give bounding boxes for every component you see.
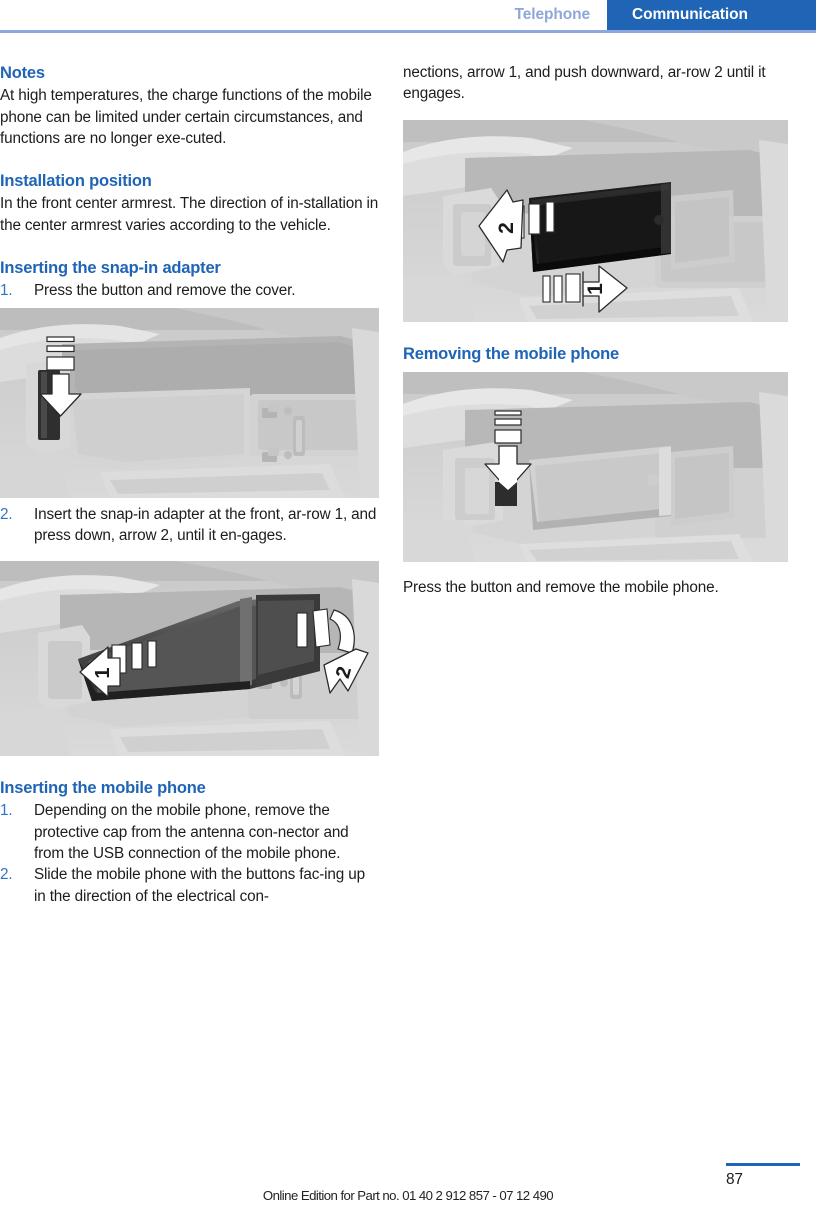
heading-notes: Notes <box>0 64 45 82</box>
page-header: Telephone Communication <box>0 0 816 33</box>
footer-edition-note: Online Edition for Part no. 01 40 2 912 … <box>262 1188 554 1203</box>
illustration-insert-snap-in-adapter: 1 2 <box>0 561 379 757</box>
breadcrumb-chapter-communication: Communication <box>607 0 816 32</box>
figure-insert-mobile-phone: 2 1 <box>403 119 788 322</box>
page-number: 87 <box>726 1170 743 1188</box>
heading-removing-mobile-phone: Removing the mobile phone <box>403 344 619 363</box>
illustration-remove-mobile-phone <box>403 371 788 562</box>
figure-remove-mobile-phone <box>403 371 788 562</box>
paragraph-continued-step-2: nections, arrow 1, and push downward, ar… <box>403 64 766 103</box>
page-number-divider <box>726 1163 800 1166</box>
list-item: 1. Press the button and remove the cover… <box>0 280 379 301</box>
header-divider <box>0 30 816 33</box>
figure-insert-snap-in-adapter: 1 2 <box>0 561 379 757</box>
list-item-text: Slide the mobile phone with the buttons … <box>34 866 365 905</box>
heading-inserting-mobile-phone: Inserting the mobile phone <box>0 779 206 798</box>
illustration-insert-mobile-phone: 2 1 <box>403 119 788 322</box>
heading-installation-position: Installation position <box>0 172 152 191</box>
arrow-2-label: 2 <box>495 222 518 234</box>
list-item-text: Press the button and remove the cover. <box>34 282 296 300</box>
arrow-1-label: 1 <box>92 668 114 679</box>
list-item-text: Depending on the mobile phone, remove th… <box>34 802 349 863</box>
arrow-1-label: 1 <box>584 282 607 294</box>
installed-adapter-body <box>529 445 735 530</box>
right-column: nections, arrow 1, and push downward, ar… <box>403 62 793 598</box>
list-item: 1. Depending on the mobile phone, remove… <box>0 800 379 864</box>
paragraph-notes: At high temperatures, the charge functio… <box>0 87 372 147</box>
steps-inserting-mobile-phone: 1. Depending on the mobile phone, remove… <box>0 800 379 906</box>
list-item: 2. Slide the mobile phone with the butto… <box>0 864 379 907</box>
breadcrumb-section-telephone: Telephone <box>514 6 591 23</box>
left-column: Notes At high temperatures, the charge f… <box>0 62 379 907</box>
list-item-number: 2. <box>0 866 13 884</box>
heading-inserting-snap-in-adapter: Inserting the snap-in adapter <box>0 259 221 278</box>
list-item-number: 1. <box>0 282 13 300</box>
page-number-block: 87 <box>726 1163 800 1189</box>
paragraph-removing-mobile-phone: Press the button and remove the mobile p… <box>403 578 719 596</box>
steps-inserting-snap-in-adapter-part1: 1. Press the button and remove the cover… <box>0 280 379 301</box>
steps-inserting-snap-in-adapter-part2: 2. Insert the snap-in adapter at the fro… <box>0 504 379 547</box>
figure-armrest-remove-cover <box>0 307 379 498</box>
illustration-armrest-remove-cover <box>0 307 379 498</box>
list-item-number: 1. <box>0 802 13 820</box>
paragraph-installation-position: In the front center armrest. The directi… <box>0 195 379 234</box>
chapter-tab-label: Communication <box>632 6 748 23</box>
list-item-number: 2. <box>0 505 13 523</box>
list-item-text: Insert the snap-in adapter at the front,… <box>34 505 377 544</box>
list-item: 2. Insert the snap-in adapter at the fro… <box>0 504 379 547</box>
